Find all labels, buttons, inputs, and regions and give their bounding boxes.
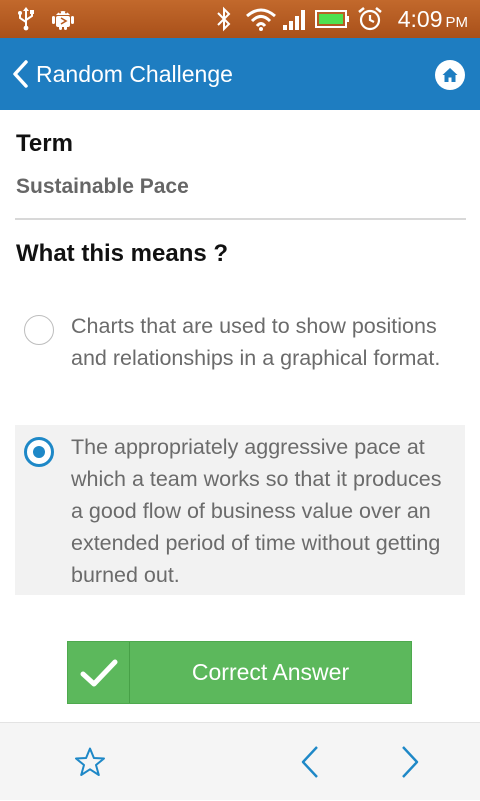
answer-option-text: Charts that are used to show positions a…	[71, 314, 441, 370]
term-heading: Term	[16, 130, 73, 157]
signal-icon	[280, 0, 310, 38]
correct-answer-label: Correct Answer	[191, 659, 350, 685]
bluetooth-icon	[214, 0, 234, 38]
status-time-value: 4:09	[397, 6, 443, 32]
app-bar: Random Challenge	[0, 38, 480, 110]
battery-icon	[314, 0, 352, 38]
star-outline-icon	[74, 746, 106, 778]
favorite-button[interactable]	[60, 723, 120, 801]
previous-button[interactable]	[280, 723, 340, 801]
alarm-icon	[355, 0, 385, 38]
back-button[interactable]: Random Challenge	[10, 38, 233, 110]
question-heading: What this means ?	[16, 240, 229, 267]
radio-button-checked[interactable]	[24, 437, 54, 467]
answer-option-text: The appropriately aggressive pace at whi…	[71, 435, 442, 587]
chevron-left-icon	[10, 59, 30, 89]
radio-button[interactable]	[24, 315, 54, 345]
checkmark-icon	[68, 642, 130, 703]
android-debug-icon	[48, 0, 78, 38]
chevron-right-icon	[399, 745, 421, 779]
bottom-bar	[0, 722, 480, 800]
home-button[interactable]	[435, 60, 465, 90]
answer-option[interactable]: Charts that are used to show positions a…	[15, 305, 465, 405]
correct-answer-button[interactable]: Correct Answer	[67, 641, 412, 704]
home-icon	[441, 66, 459, 84]
status-time-ampm: PM	[445, 14, 469, 31]
status-time: 4:09 PM	[398, 0, 468, 38]
answer-option-selected[interactable]: The appropriately aggressive pace at whi…	[15, 425, 465, 595]
divider	[15, 218, 466, 220]
wifi-icon	[244, 0, 278, 38]
status-bar: 4:09 PM	[0, 0, 480, 38]
next-button[interactable]	[380, 723, 440, 801]
chevron-left-icon	[299, 745, 321, 779]
usb-icon	[14, 0, 38, 38]
page-title: Random Challenge	[36, 60, 233, 87]
term-value: Sustainable Pace	[16, 175, 189, 198]
